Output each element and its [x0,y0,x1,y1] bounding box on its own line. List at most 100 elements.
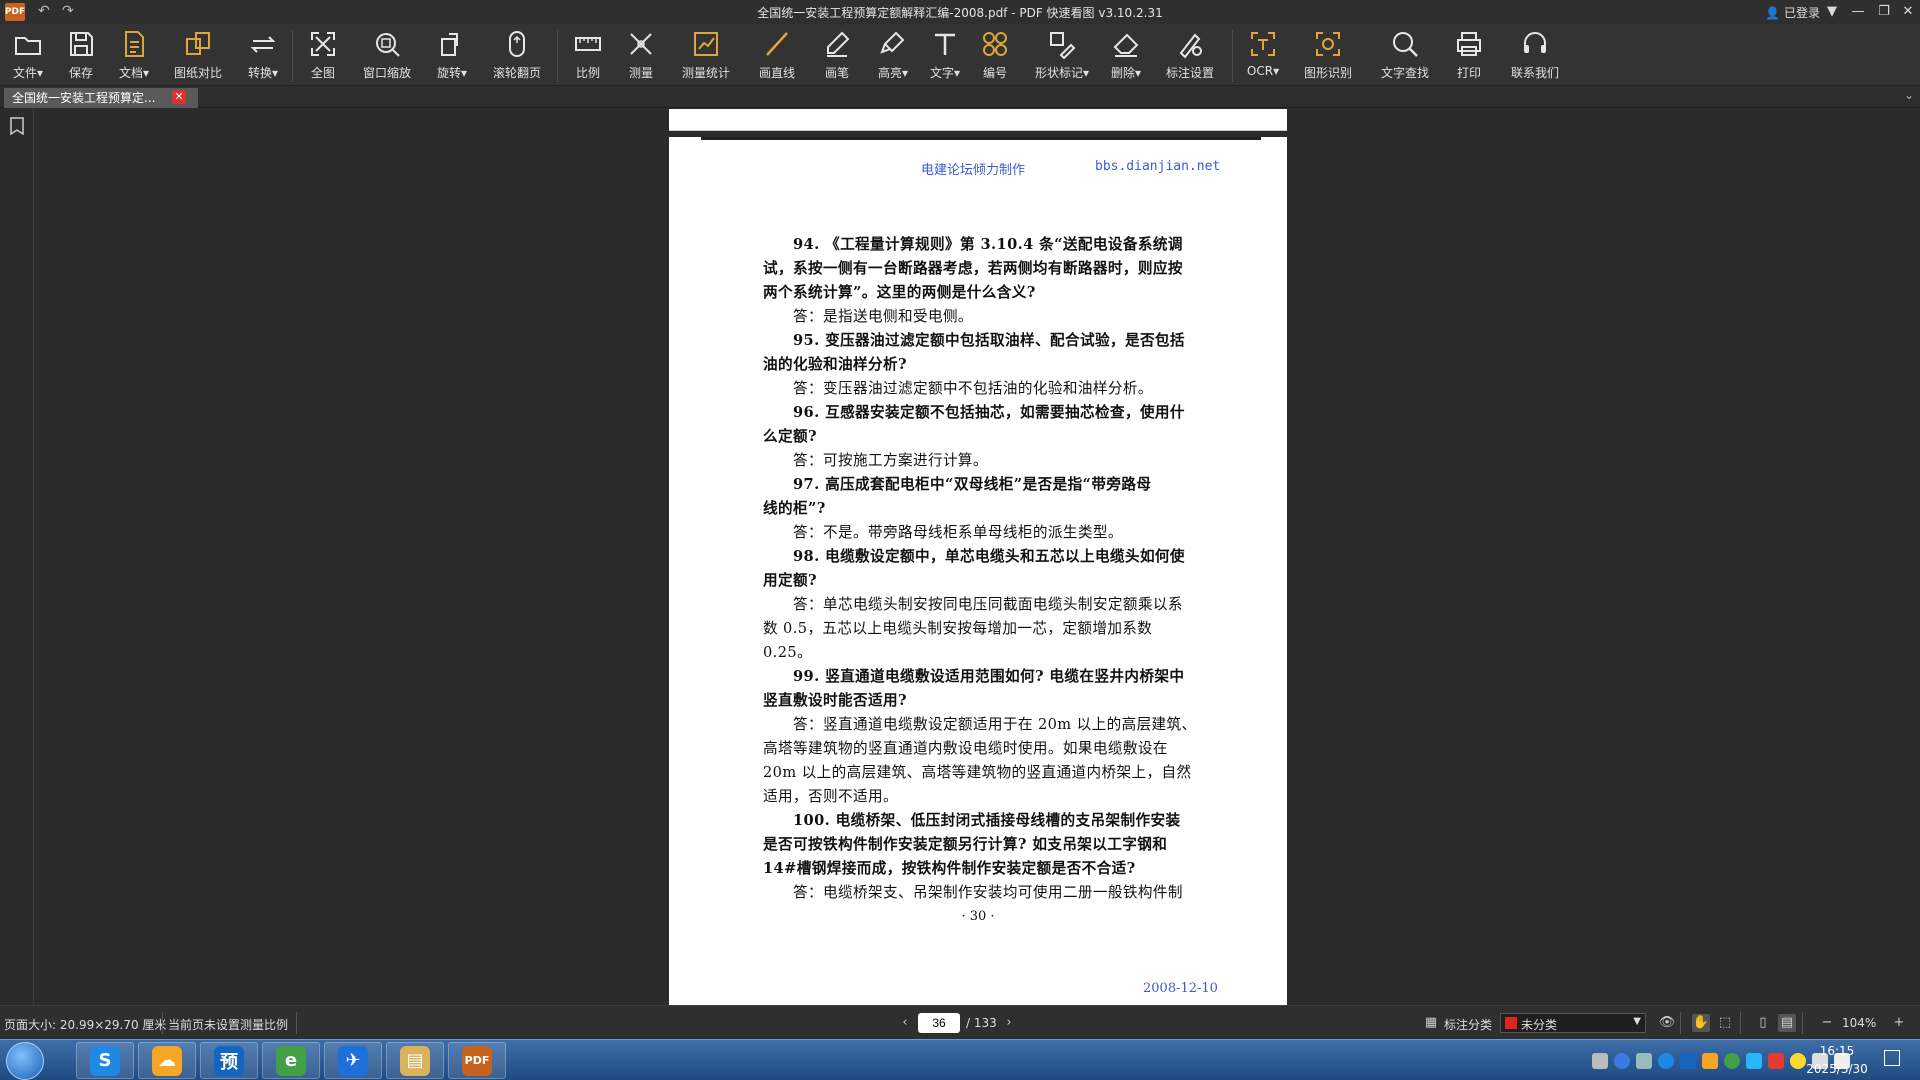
chevron-down-icon[interactable]: ⌄ [1904,88,1914,102]
s-app-icon[interactable] [1680,1053,1696,1069]
answer-line: 适用，否则不适用。 [763,788,898,805]
toolbar-label: 文字▾ [929,66,961,80]
mouse-scroll-icon [501,28,533,60]
toolbar-search-button[interactable]: 文字查找 [1375,28,1435,84]
taskbar-app-ie-browser[interactable]: e [262,1042,320,1079]
toolbar-mouse-scroll-button[interactable]: 滚轮翻页 [487,28,547,84]
question-line: 用定额? [763,572,817,589]
green-tray-icon[interactable] [1724,1053,1740,1069]
toolbar-save-button[interactable]: 保存 [51,28,111,84]
next-page-icon[interactable]: › [1000,1014,1018,1032]
toolbar-pen-button[interactable]: 画笔 [807,28,867,84]
toolbar-scale-button[interactable]: 比例 [558,28,618,84]
start-button[interactable] [6,1042,44,1080]
zoom-in-icon[interactable]: + [1890,1014,1908,1032]
toolbar-label: 比例 [575,66,600,80]
network-icon[interactable] [1636,1053,1652,1069]
login-status[interactable]: 👤 已登录 [1765,4,1820,21]
close-button[interactable]: ✕ [1896,2,1920,22]
toolbar-highlighter-button[interactable]: 高亮▾ [863,28,923,84]
toolbar-printer-button[interactable]: 打印 [1439,28,1499,84]
minimize-button[interactable]: — [1846,2,1870,22]
hand-tool-icon[interactable]: ✋ [1692,1014,1710,1032]
question-line: 试，系按一侧有一台断路器考虑，若两侧均有断路器时，则应按 [763,260,1183,277]
toolbar-measure-stats-button[interactable]: 测量统计 [676,28,736,84]
answer-line: 答：电缆桥架支、吊架制作安装均可使用二册一般铁构件制 [793,884,1183,901]
left-panel [0,109,34,1005]
toolbar-fit-all-button[interactable]: 全图 [293,28,353,84]
yu-app-icon: 预 [214,1045,244,1076]
toolbar-document-button[interactable]: 文档▾ [104,28,164,84]
toolbar-rotate-button[interactable]: 旋转▾ [422,28,482,84]
divider [296,1012,297,1034]
maximize-button[interactable]: ❐ [1872,2,1896,22]
taskbar-app-file-explorer[interactable]: ▤ [386,1042,444,1079]
zoom-level: 104% [1842,1016,1877,1030]
page-content: 94. 《工程量计算规则》第 3.10.4 条“送配电设备系统调 试，系按一侧有一… [763,233,1221,905]
grid-icon[interactable]: ▦ [1422,1014,1440,1032]
document-view[interactable]: 电建论坛倾力制作 bbs.dianjian.net 94. 《工程量计算规则》第… [35,109,1920,1005]
taskbar-app-yu-app[interactable]: 预 [200,1042,258,1079]
toolbar-line-button[interactable]: 画直线 [747,28,807,84]
toolbar-shape-recognition-button[interactable]: 图形识别 [1298,28,1358,84]
speaker-muted-icon[interactable] [1768,1053,1784,1069]
continuous-view-icon[interactable]: ▤ [1778,1014,1796,1032]
taskbar-app-cloud[interactable]: ☁ [138,1042,196,1079]
eye-icon[interactable]: 👁 [1658,1014,1676,1032]
dropdown-menu-icon[interactable]: ▼ [1820,2,1844,22]
toolbar-label: 编号 [982,66,1007,80]
toolbar-shape-mark-button[interactable]: 形状标记▾ [1032,28,1092,84]
toolbar-eraser-button[interactable]: 删除▾ [1096,28,1156,84]
redo-icon[interactable]: ↷ [62,3,74,19]
toolbar-label: 测量 [628,66,653,80]
cloud-tray-icon[interactable] [1702,1053,1718,1069]
title-bar: PDF ↶ ↷ 全国统一安装工程预算定额解释汇编-2008.pdf - PDF … [0,0,1920,24]
single-page-view-icon[interactable]: ▯ [1754,1014,1772,1032]
category-select[interactable]: 未分类 ▼ [1500,1013,1646,1033]
bookmark-icon[interactable] [10,117,24,139]
toolbar-label: 旋转▾ [436,66,468,80]
select-tool-icon[interactable]: ⬚ [1716,1014,1734,1032]
toolbar-divider [557,30,558,82]
clock-date[interactable]: 2025/3/30 [1802,1062,1872,1076]
undo-icon[interactable]: ↶ [38,3,50,19]
toolbar-compare-button[interactable]: 图纸对比 [168,28,228,84]
page-header-left: 电建论坛倾力制作 [921,163,1026,178]
toolbar-label: 全图 [310,66,335,80]
toolbar-numbering-button[interactable]: 编号 [965,28,1025,84]
taskbar-app-browser-360[interactable]: S [76,1042,134,1079]
tab-close-icon[interactable]: ✕ [172,90,186,104]
browser-360-icon: S [90,1045,120,1076]
toolbar-folder-button[interactable]: 文件▾ [0,28,58,84]
help-icon[interactable] [1614,1053,1630,1069]
question-line: 竖直敷设时能否适用? [763,692,907,709]
taskbar-app-feishu[interactable]: ✈ [324,1042,382,1079]
page-number-input[interactable] [918,1013,960,1033]
divider [162,1012,163,1034]
prev-page-icon[interactable]: ‹ [896,1014,914,1032]
taskbar-app-pdf-viewer[interactable]: PDF [448,1042,506,1079]
blue-tray-icon[interactable] [1746,1053,1762,1069]
question-line: 100. 电缆桥架、低压封闭式插接母线槽的支吊架制作安装 [793,812,1181,829]
show-desktop-button[interactable] [1884,1050,1900,1066]
document-tab[interactable]: 全国统一安装工程预算定... [4,88,198,108]
toolbar-convert-button[interactable]: 转换▾ [233,28,293,84]
divider [1802,1012,1803,1034]
zoom-out-icon[interactable]: − [1818,1014,1836,1032]
g-app-icon[interactable] [1658,1053,1674,1069]
user-icon: 👤 [1765,5,1780,20]
toolbar-measure-button[interactable]: 测量 [611,28,671,84]
question-line: 线的柜”? [763,500,826,517]
keyboard-icon[interactable] [1592,1053,1608,1069]
toolbar-ocr-button[interactable]: OCR▾ [1233,28,1293,84]
document-tab-label: 全国统一安装工程预算定... [12,91,156,105]
answer-line: 答：不是。带旁路母线柜系单母线柜的派生类型。 [793,524,1123,541]
clock-time[interactable]: 16:15 [1802,1044,1872,1058]
fit-all-icon [307,28,339,60]
toolbar-annotation-settings-button[interactable]: 标注设置 [1160,28,1220,84]
toolbar-zoom-window-button[interactable]: 窗口缩放 [357,28,417,84]
toolbar-headset-button[interactable]: 联系我们 [1505,28,1565,84]
toolbar-label: 转换▾ [247,66,279,80]
answer-line: 数 0.5，五芯以上电缆头制安按每增加一芯，定额增加系数 [763,620,1153,637]
annotation-settings-icon [1174,28,1206,60]
